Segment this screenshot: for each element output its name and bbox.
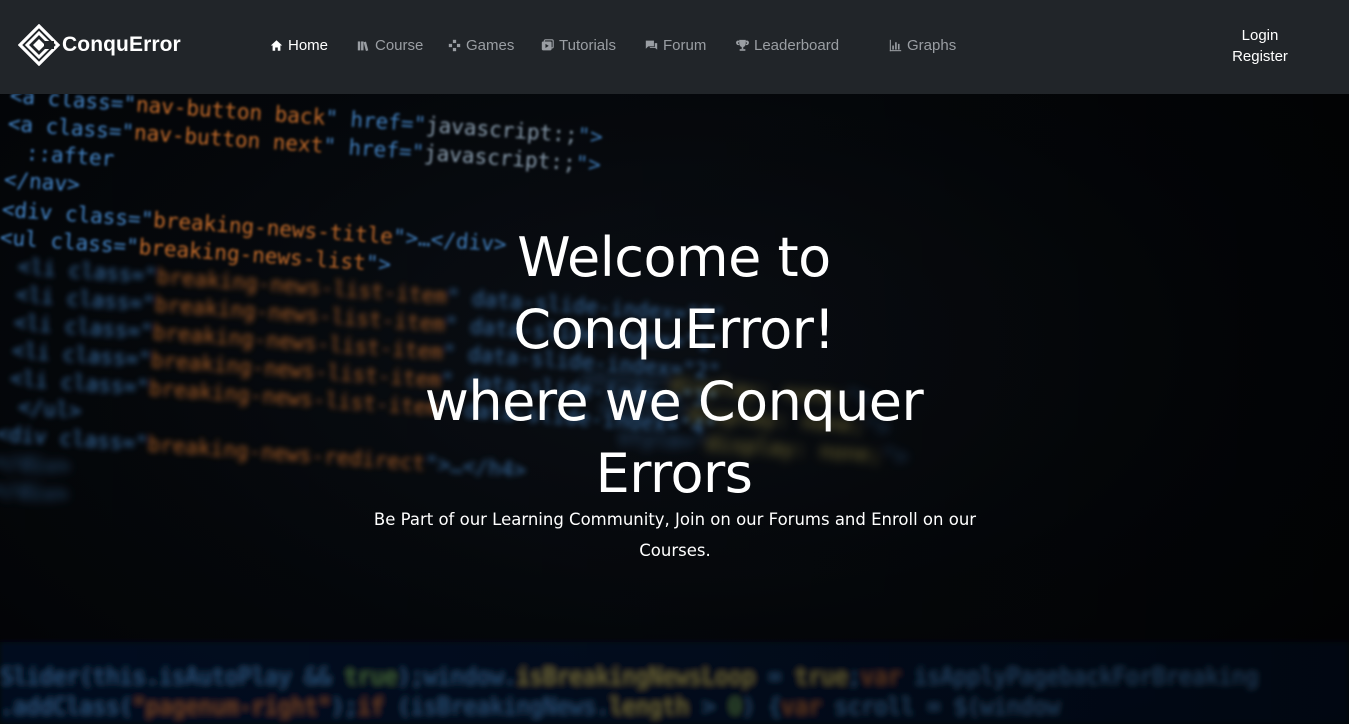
nav-item-label: Graphs [907, 36, 957, 54]
nav-item-label: Tutorials [559, 36, 616, 54]
nav-item-forum[interactable]: Forum [645, 35, 706, 55]
auth-links: Login Register [1224, 25, 1296, 67]
hero-subtitle: Be Part of our Learning Community, Join … [344, 504, 1006, 566]
register-link[interactable]: Register [1224, 46, 1296, 67]
nav-item-graphs[interactable]: Graphs [889, 35, 956, 55]
hero-title-line: Errors [595, 442, 753, 505]
top-navbar: ConquError Home Course Games Tutorials F… [0, 0, 1349, 94]
bar-chart-icon [889, 39, 902, 52]
hero-subtitle-line: Be Part of our Learning Community, Join … [373, 510, 977, 529]
nav-item-label: Games [466, 36, 515, 54]
chat-icon [645, 39, 658, 52]
home-icon [270, 39, 283, 52]
gamepad-icon [448, 39, 461, 52]
nav-item-leaderboard[interactable]: Leaderboard [736, 35, 839, 55]
trophy-icon [736, 39, 749, 52]
diamond-c-logo-icon [18, 24, 60, 66]
nav-item-tutorials[interactable]: Tutorials [541, 35, 616, 55]
hero-title-line: ConquError! [513, 298, 835, 361]
brand-link[interactable]: ConquError [18, 24, 181, 66]
hero-title: Welcome to ConquError! where we Conquer … [374, 222, 974, 510]
nav-item-home[interactable]: Home [270, 35, 328, 55]
nav-item-label: Course [375, 36, 424, 54]
nav-item-games[interactable]: Games [448, 35, 514, 55]
hero-title-line: Welcome to [517, 226, 831, 289]
nav-item-course[interactable]: Course [357, 35, 423, 55]
video-icon [541, 38, 554, 52]
nav-item-label: Forum [663, 36, 707, 54]
brand-name: ConquError [62, 33, 181, 56]
hero-section: <a class="nav-button back" href="javascr… [0, 94, 1349, 724]
hero-title-line: where we Conquer [424, 370, 924, 433]
hero-subtitle-line: Courses. [639, 541, 711, 560]
login-link[interactable]: Login [1224, 25, 1296, 46]
nav-item-label: Leaderboard [754, 36, 840, 54]
nav-item-label: Home [288, 36, 329, 54]
books-icon [357, 39, 370, 52]
